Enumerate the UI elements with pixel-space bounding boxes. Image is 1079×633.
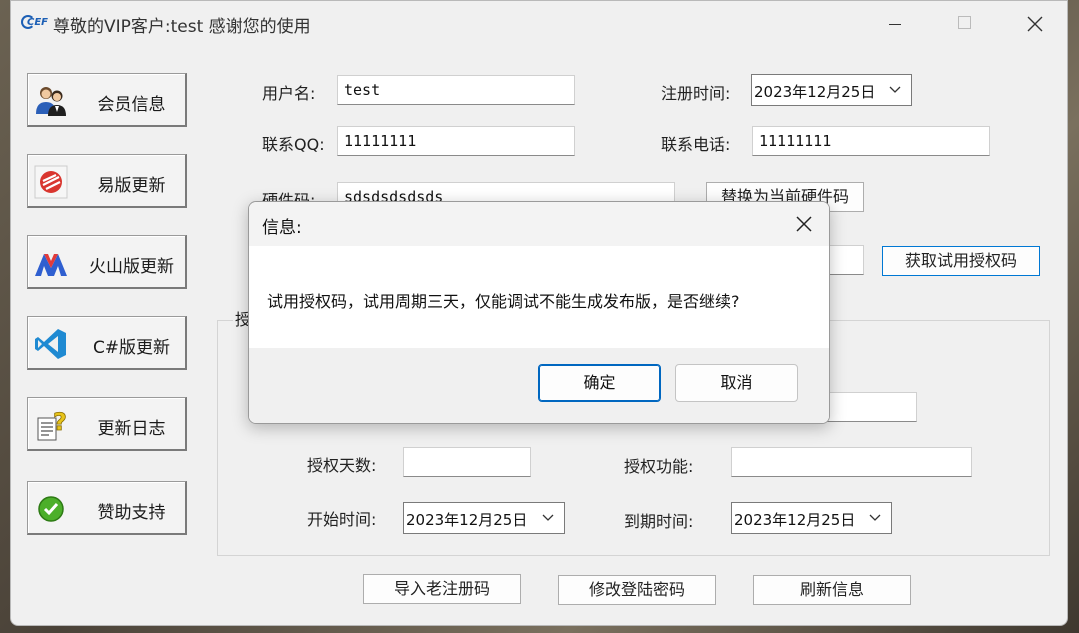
get-trial-code-button[interactable]: 获取试用授权码 (882, 246, 1040, 276)
users-icon (34, 84, 68, 118)
check-circle-icon (34, 492, 68, 526)
svg-text:?: ? (53, 408, 67, 436)
username-label: 用户名: (262, 84, 316, 103)
volcano-logo-icon (34, 246, 68, 280)
reg-time-select[interactable]: 2023年12月25日 (751, 74, 912, 106)
username-input[interactable]: test (337, 75, 575, 105)
sidebar-item-sponsor[interactable]: 赞助支持 (27, 481, 187, 535)
change-password-button[interactable]: 修改登陆密码 (558, 575, 716, 605)
reg-time-label: 注册时间: (661, 84, 731, 103)
confirm-button[interactable]: 确定 (538, 364, 661, 402)
dialog-message: 试用授权码，试用周期三天，仅能调试不能生成发布版，是否继续? (267, 292, 740, 311)
phone-label: 联系电话: (661, 135, 731, 154)
auth-days-label: 授权天数: (307, 456, 377, 475)
sidebar-item-changelog[interactable]: ? 更新日志 (27, 397, 187, 451)
dialog-footer: 确定 取消 (249, 348, 829, 423)
refresh-info-button[interactable]: 刷新信息 (753, 575, 911, 605)
import-old-code-button[interactable]: 导入老注册码 (363, 574, 521, 604)
end-time-label: 到期时间: (624, 512, 694, 531)
dialog-title-bar[interactable]: 信息: (249, 202, 829, 246)
start-time-value: 2023年12月25日 (406, 511, 528, 529)
window-title: 尊敬的VIP客户:test 感谢您的使用 (53, 17, 311, 37)
chevron-down-icon (889, 86, 901, 93)
auth-function-input[interactable] (731, 447, 972, 477)
sidebar-item-label: 火山版更新 (89, 257, 174, 277)
sidebar-item-label: 赞助支持 (97, 503, 166, 523)
dialog-title: 信息: (262, 218, 302, 238)
sidebar-item-volcano-update[interactable]: 火山版更新 (27, 235, 187, 289)
sidebar-item-csharp-update[interactable]: C#版更新 (27, 316, 187, 370)
qq-input[interactable]: 11111111 (337, 126, 575, 156)
dialog-close-icon[interactable] (794, 214, 814, 234)
chevron-down-icon (869, 514, 881, 521)
info-dialog: 信息: 试用授权码，试用周期三天，仅能调试不能生成发布版，是否继续? 确定 取消 (248, 201, 830, 424)
chevron-down-icon (542, 514, 554, 521)
maximize-icon[interactable] (946, 10, 982, 38)
sidebar-item-label: 易版更新 (97, 176, 166, 196)
start-time-select[interactable]: 2023年12月25日 (403, 502, 565, 534)
end-time-select[interactable]: 2023年12月25日 (731, 502, 892, 534)
auth-function-label: 授权功能: (624, 457, 694, 476)
close-icon[interactable] (1017, 10, 1053, 38)
yi-logo-icon (34, 165, 68, 199)
start-time-label: 开始时间: (307, 510, 377, 529)
reg-time-value: 2023年12月25日 (754, 83, 876, 101)
phone-input[interactable]: 11111111 (752, 126, 990, 156)
end-time-value: 2023年12月25日 (734, 511, 856, 529)
auth-days-input[interactable] (403, 447, 531, 477)
cancel-button[interactable]: 取消 (675, 364, 798, 402)
sidebar-item-yi-update[interactable]: 易版更新 (27, 154, 187, 208)
sidebar-item-label: 更新日志 (97, 419, 166, 439)
vscode-icon (34, 327, 68, 361)
minimize-icon[interactable] (877, 10, 913, 38)
qq-label: 联系QQ: (262, 135, 325, 154)
sidebar-item-member-info[interactable]: 会员信息 (27, 73, 187, 127)
question-document-icon: ? (34, 408, 68, 442)
sidebar-item-label: 会员信息 (97, 95, 166, 115)
title-bar[interactable]: CEF 尊敬的VIP客户:test 感谢您的使用 (11, 1, 1067, 45)
app-logo-icon: CEF (21, 14, 48, 32)
sidebar-item-label: C#版更新 (92, 338, 171, 358)
